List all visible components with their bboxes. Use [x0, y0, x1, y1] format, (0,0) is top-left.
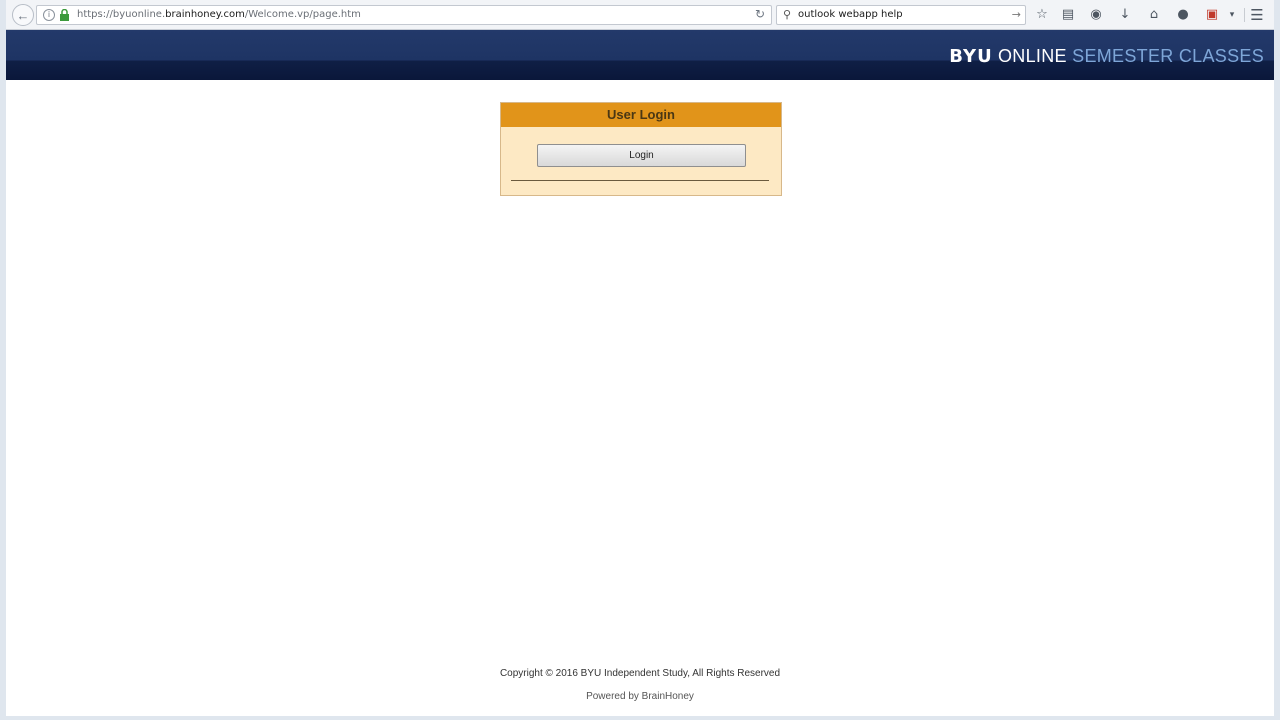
dropdown-icon[interactable]: ▾ — [1223, 6, 1241, 24]
bookmark-star-icon[interactable]: ☆ — [1033, 6, 1051, 24]
download-icon[interactable]: ↓ — [1116, 6, 1134, 24]
login-divider — [511, 180, 769, 181]
banner-semester-classes: SEMESTER CLASSES — [1072, 46, 1264, 66]
chat-icon[interactable]: ● — [1174, 6, 1192, 24]
search-bar[interactable]: ⚲ outlook webapp help → — [776, 5, 1026, 25]
browser-toolbar: ← i https://byuonline.brainhoney.com/Wel… — [6, 0, 1274, 30]
url-path: /Welcome.vp/page.htm — [244, 9, 361, 20]
site-banner: BYU ONLINE SEMESTER CLASSES — [6, 30, 1274, 80]
banner-online: ONLINE — [998, 46, 1067, 66]
login-button[interactable]: Login — [537, 144, 746, 167]
powered-by-text: Powered by BrainHoney — [586, 691, 694, 702]
lock-icon — [60, 9, 69, 21]
banner-byu: BYU — [949, 46, 993, 67]
hamburger-menu-icon[interactable]: ☰ — [1248, 6, 1266, 24]
copyright-text: Copyright © 2016 BYU Independent Study, … — [499, 668, 781, 679]
back-arrow-icon[interactable]: ← — [12, 4, 34, 26]
toolbar-separator — [1244, 8, 1245, 22]
url-text[interactable]: https://byuonline.brainhoney.com/Welcome… — [77, 9, 361, 20]
reload-icon[interactable]: ↻ — [755, 7, 765, 21]
search-input[interactable]: outlook webapp help — [798, 9, 903, 20]
go-arrow-icon[interactable]: → — [1012, 8, 1021, 21]
info-icon[interactable]: i — [43, 9, 55, 21]
url-prefix: https://byuonline. — [77, 9, 166, 20]
url-domain: brainhoney.com — [165, 9, 245, 20]
url-bar[interactable]: i https://byuonline.brainhoney.com/Welco… — [36, 5, 772, 25]
login-panel-title: User Login — [501, 103, 781, 127]
home-icon[interactable]: ⌂ — [1145, 6, 1163, 24]
reading-list-icon[interactable]: ▤ — [1059, 6, 1077, 24]
user-login-panel: User Login Login — [500, 102, 782, 196]
browser-window: ← i https://byuonline.brainhoney.com/Wel… — [0, 0, 1280, 720]
pocket-icon[interactable]: ◉ — [1087, 6, 1105, 24]
pdf-icon[interactable]: ▣ — [1203, 6, 1221, 24]
banner-title[interactable]: BYU ONLINE SEMESTER CLASSES — [949, 46, 1264, 67]
search-icon: ⚲ — [783, 8, 792, 21]
